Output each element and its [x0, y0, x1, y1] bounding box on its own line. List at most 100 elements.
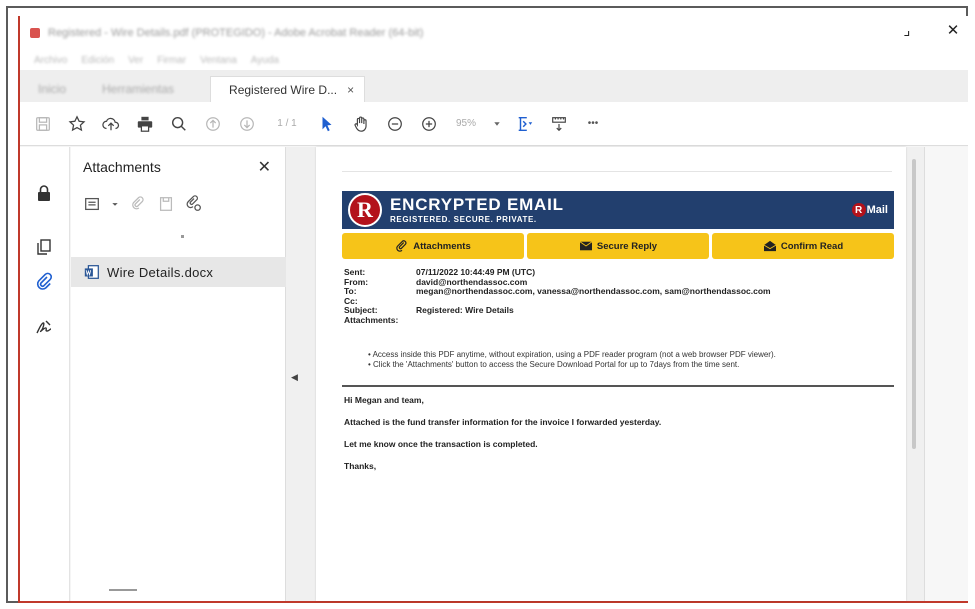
- options-menu-icon[interactable]: [83, 195, 101, 213]
- email-header: Sent: 07/11/2022 10:44:49 PM (UTC) From: d…: [344, 267, 771, 326]
- header-cc-row: Cc:: [344, 296, 771, 307]
- tab-tools-label: Herramientas: [102, 82, 175, 96]
- lock-icon: [38, 185, 50, 201]
- header-to-row: To: megan@northendassoc.com, vanessa@nort…: [344, 287, 771, 297]
- find-button[interactable]: [162, 109, 196, 139]
- rmail-brand: R Mail: [851, 203, 888, 217]
- panel-resize-grip[interactable]: [109, 589, 137, 591]
- menu-edit[interactable]: Edición: [81, 55, 114, 66]
- pages-icon: [37, 239, 51, 255]
- body-line: Thanks,: [344, 461, 377, 471]
- secure-reply-button[interactable]: Secure Reply: [527, 233, 709, 259]
- open-envelope-icon: [763, 240, 777, 252]
- page-fit-button[interactable]: [508, 109, 542, 139]
- page-indicator[interactable]: 1 / 1: [264, 118, 310, 129]
- search-attachments-icon[interactable]: [185, 195, 203, 213]
- arrow-up-circle-icon: [206, 116, 220, 131]
- word-file-icon: [84, 265, 99, 279]
- options-chevron-icon[interactable]: [111, 195, 119, 213]
- attachment-item[interactable]: Wire Details.docx: [71, 257, 286, 287]
- title-bar: Registered - Wire Details.pdf (PROTEGIDO…: [20, 16, 968, 50]
- tab-bar: Inicio Herramientas Registered Wire D...…: [20, 70, 968, 102]
- divider-dot: [181, 235, 184, 238]
- select-tool-button[interactable]: [310, 109, 344, 139]
- vertical-scrollbar[interactable]: [912, 159, 916, 449]
- menu-help[interactable]: Ayuda: [251, 55, 279, 66]
- access-notes: • Access inside this PDF anytime, withou…: [368, 350, 776, 370]
- window-title: Registered - Wire Details.pdf (PROTEGIDO…: [48, 27, 424, 39]
- pdf-page: R ENCRYPTED EMAIL REGISTERED. SECURE. PR…: [316, 147, 906, 601]
- scroll-mode-button[interactable]: [542, 109, 576, 139]
- body-line: Attached is the fund transfer informatio…: [344, 417, 662, 427]
- right-tools-pane: [924, 147, 968, 601]
- star-icon: [68, 114, 86, 131]
- hand-icon: [354, 115, 367, 132]
- banner-title: ENCRYPTED EMAIL: [390, 195, 564, 214]
- confirm-read-button[interactable]: Confirm Read: [712, 233, 894, 259]
- print-icon: [137, 116, 153, 132]
- menu-sign[interactable]: Firmar: [157, 55, 186, 66]
- header-attachments-row: Attachments:: [344, 315, 771, 326]
- attachments-panel: Attachments ✕ Wire Details.docx: [71, 147, 286, 601]
- signatures-button[interactable]: [34, 317, 56, 339]
- rmail-logo-icon: R: [348, 193, 382, 227]
- tab-document[interactable]: Registered Wire D... ×: [210, 76, 366, 102]
- note-line: • Click the 'Attachments' button to acce…: [368, 360, 740, 369]
- next-page-button[interactable]: [230, 109, 264, 139]
- attachments-rail-button[interactable]: [34, 271, 56, 293]
- left-rail: [20, 147, 70, 601]
- bookmark-button[interactable]: [60, 109, 94, 139]
- hand-tool-button[interactable]: [344, 109, 378, 139]
- paperclip-icon: [396, 240, 407, 252]
- menu-window[interactable]: Ventana: [200, 55, 237, 66]
- security-button[interactable]: [34, 183, 56, 205]
- pointer-icon: [322, 116, 332, 131]
- attachments-button[interactable]: Attachments: [342, 233, 524, 259]
- body-divider: [342, 385, 894, 387]
- body-line: Hi Megan and team,: [344, 395, 424, 405]
- header-subject-row: Subject: Registered: Wire Details: [344, 306, 771, 316]
- tab-tools[interactable]: Herramientas: [84, 76, 192, 102]
- menu-bar: Archivo Edición Ver Firmar Ventana Ayuda: [20, 50, 968, 70]
- fit-page-icon: [518, 116, 533, 131]
- tab-close-icon[interactable]: ×: [347, 83, 354, 97]
- collapse-arrow-icon[interactable]: ◀: [291, 372, 298, 383]
- attachments-panel-close-button[interactable]: ✕: [258, 157, 271, 177]
- menu-file[interactable]: Archivo: [34, 55, 67, 66]
- arrow-down-circle-icon: [240, 116, 254, 131]
- screen: Registered - Wire Details.pdf (PROTEGIDO…: [0, 0, 975, 609]
- acrobat-logo-icon: [30, 28, 40, 38]
- print-button[interactable]: [128, 109, 162, 139]
- close-window-button[interactable]: ✕: [946, 23, 960, 38]
- upload-button[interactable]: [94, 109, 128, 139]
- save-attachment-icon[interactable]: [157, 195, 175, 213]
- zoom-dropdown[interactable]: [486, 109, 508, 139]
- tab-home-label: Inicio: [38, 82, 67, 96]
- tab-document-label: Registered Wire D...: [229, 82, 338, 97]
- zoom-out-button[interactable]: [378, 109, 412, 139]
- add-attachment-icon[interactable]: [129, 195, 147, 213]
- previous-page-button[interactable]: [196, 109, 230, 139]
- pages-button[interactable]: [34, 237, 56, 259]
- page-top-rule: [342, 171, 892, 172]
- minus-circle-icon: [388, 116, 402, 131]
- document-area: R ENCRYPTED EMAIL REGISTERED. SECURE. PR…: [304, 147, 968, 601]
- paperclip-icon: [36, 272, 53, 290]
- header-value: Registered: Wire Details: [416, 305, 514, 316]
- save-button[interactable]: [26, 109, 60, 139]
- panel-collapse-strip[interactable]: ◀: [286, 147, 304, 601]
- zoom-level[interactable]: 95%: [446, 118, 486, 129]
- attachment-file-name: Wire Details.docx: [107, 264, 214, 280]
- banner-subtitle: REGISTERED. SECURE. PRIVATE.: [390, 215, 537, 224]
- cloud-upload-icon: [102, 117, 120, 130]
- zoom-in-button[interactable]: [412, 109, 446, 139]
- menu-view[interactable]: Ver: [128, 55, 143, 66]
- more-tools-button[interactable]: •••: [576, 109, 610, 139]
- minimize-button[interactable]: ⌟: [900, 23, 914, 38]
- note-line: • Access inside this PDF anytime, withou…: [368, 350, 776, 359]
- confirm-read-button-label: Confirm Read: [780, 240, 844, 252]
- email-action-buttons: Attachments Secure Reply Confirm Read: [342, 233, 894, 259]
- encrypted-email-banner: R ENCRYPTED EMAIL REGISTERED. SECURE. PR…: [342, 191, 894, 229]
- rmail-r-icon: R: [851, 203, 866, 217]
- tab-home[interactable]: Inicio: [20, 76, 84, 102]
